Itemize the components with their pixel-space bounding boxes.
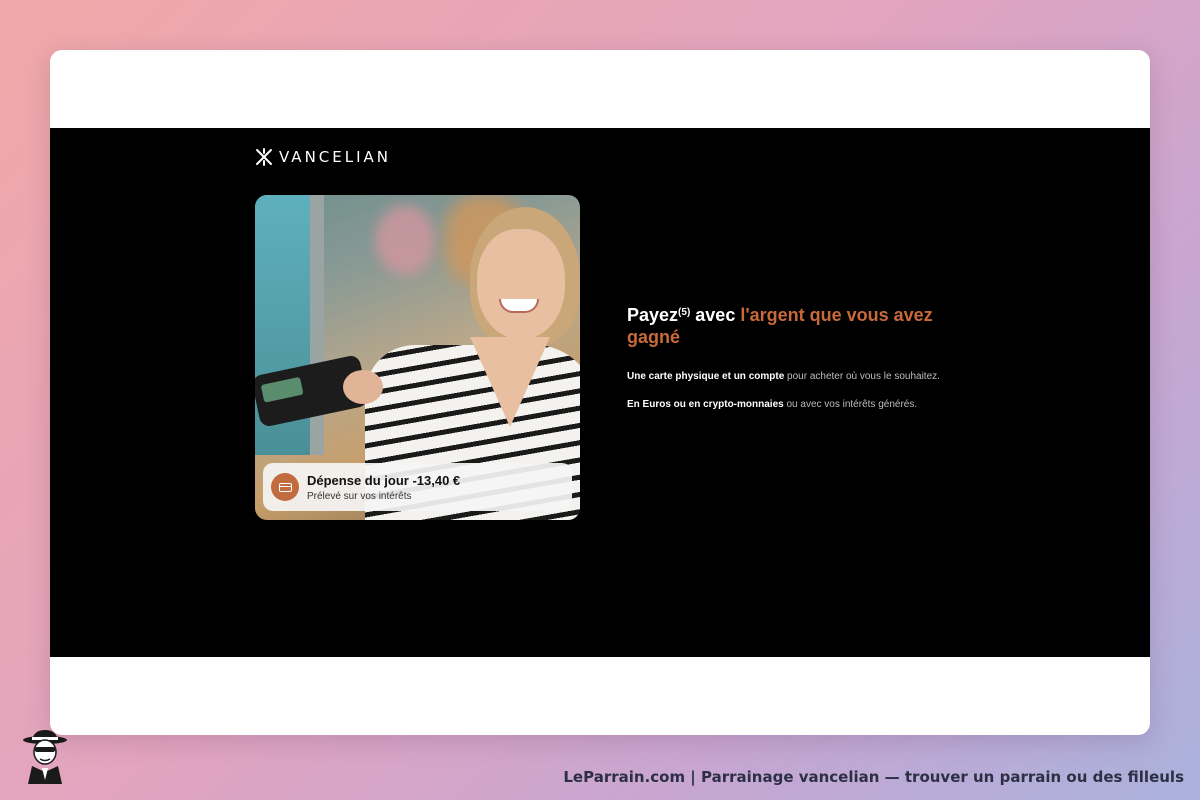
feature-paragraph: En Euros ou en crypto-monnaies ou avec v… — [627, 398, 987, 412]
payment-photo: Dépense du jour -13,40 € Prélevé sur vos… — [255, 195, 580, 520]
vancelian-logo[interactable]: VANCELIAN — [255, 148, 391, 166]
hero-copy: Payez(5) avec l'argent que vous avez gag… — [627, 304, 987, 412]
headline-part1: Payez — [627, 305, 679, 325]
terminal-screen — [260, 376, 304, 403]
feature-rest: ou avec vos intérêts générés. — [783, 399, 918, 410]
footer-caption: LeParrain.com | Parrainage vancelian — t… — [563, 768, 1184, 786]
feature-rest: pour acheter où vous le souhaitez. — [784, 371, 940, 382]
vancelian-logo-icon — [256, 148, 272, 166]
headline-footnote: (5) — [678, 307, 691, 318]
headline-part2: avec — [690, 305, 741, 325]
photo-bokeh — [375, 205, 435, 275]
daily-spend-card: Dépense du jour -13,40 € Prélevé sur vos… — [263, 463, 572, 511]
photo-hand — [343, 370, 383, 404]
leparrain-mascot-icon — [23, 730, 67, 784]
photo-woman-face — [477, 229, 565, 339]
card-glyph — [278, 482, 292, 492]
hero-headline: Payez(5) avec l'argent que vous avez gag… — [627, 304, 987, 348]
feature-bold: En Euros ou en crypto-monnaies — [627, 399, 784, 410]
spend-title: Dépense du jour -13,40 € — [307, 472, 461, 488]
spend-subtitle: Prélevé sur vos intérêts — [307, 490, 412, 502]
logo-wordmark: VANCELIAN — [279, 148, 391, 166]
spend-text: Dépense du jour -13,40 € Prélevé sur vos… — [307, 473, 460, 502]
feature-bold: Une carte physique et un compte — [627, 371, 785, 382]
feature-paragraph: Une carte physique et un compte pour ach… — [627, 370, 987, 384]
hero-section: VANCELIAN Dépense du jour -13,40 € Préle… — [50, 128, 1150, 657]
credit-card-icon — [271, 473, 299, 501]
browser-frame: VANCELIAN Dépense du jour -13,40 € Préle… — [50, 50, 1150, 735]
